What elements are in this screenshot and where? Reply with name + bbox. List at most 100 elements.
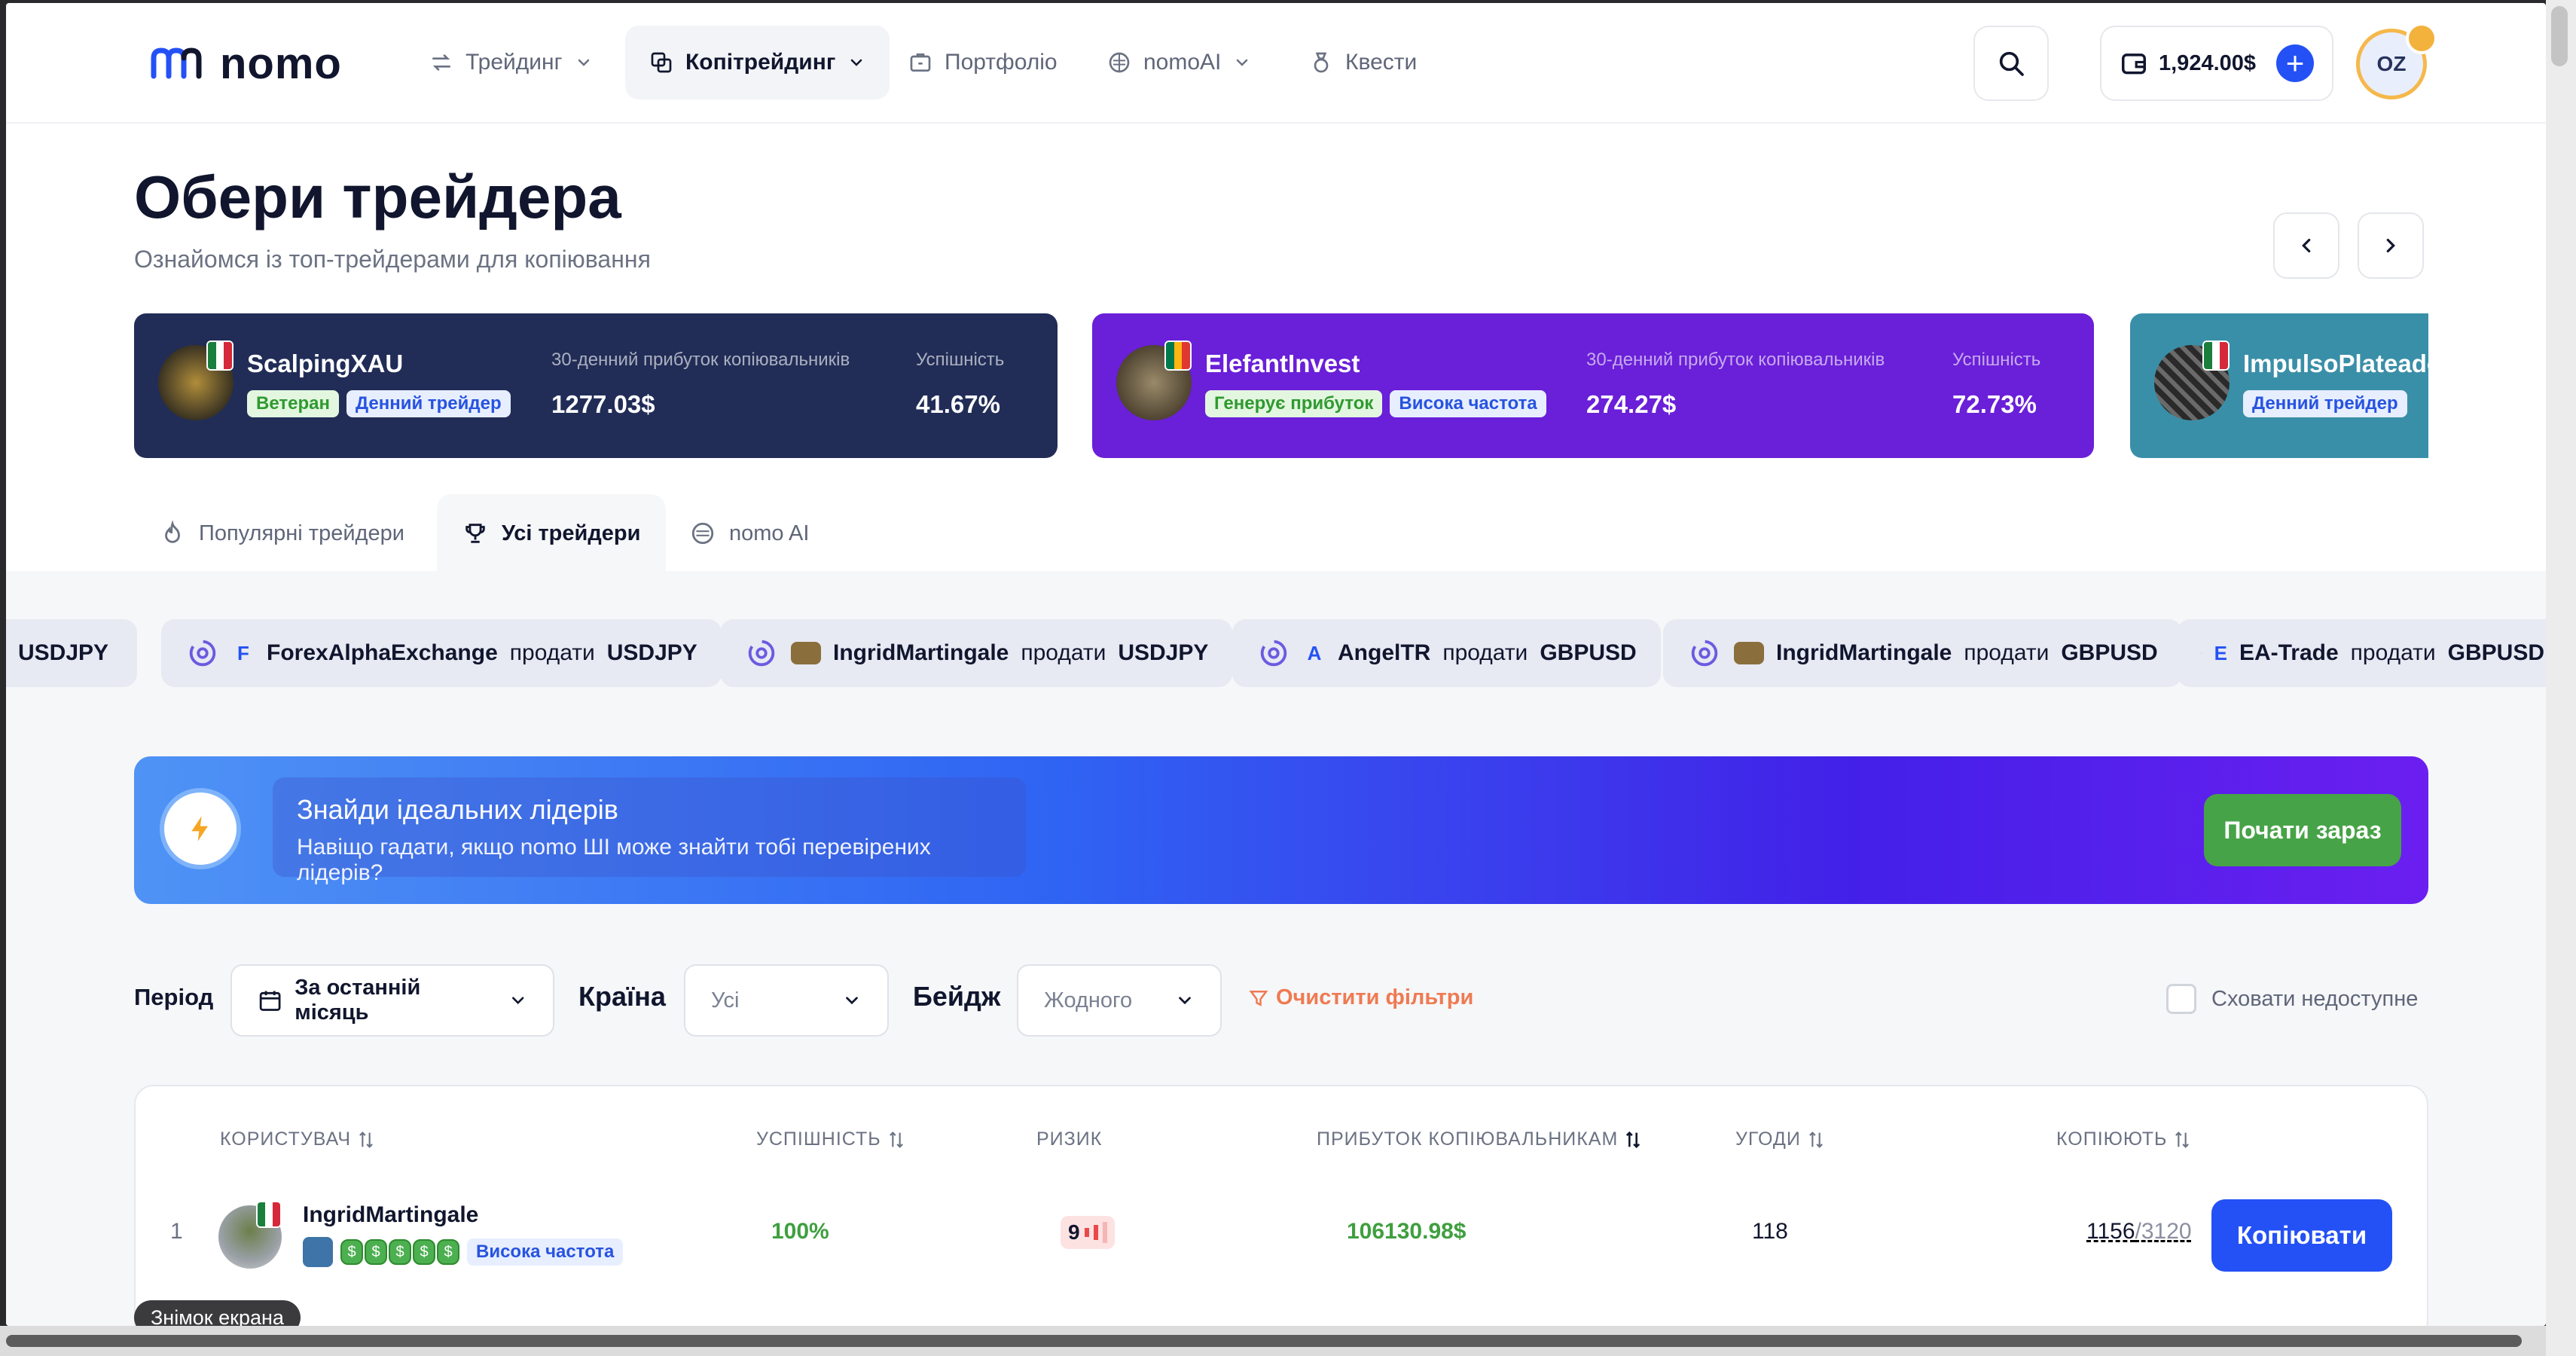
period-select[interactable]: За останній місяць — [230, 964, 554, 1037]
logo-text: nomo — [220, 38, 342, 88]
calendar-icon — [259, 991, 281, 1011]
ai-icon — [1109, 52, 1130, 73]
start-now-button[interactable]: Почати зараз — [2204, 794, 2401, 866]
trader-card[interactable]: ElefantInvest Генерує прибуток Висока ча… — [1092, 313, 2094, 458]
lightning-icon — [160, 788, 241, 869]
col-trades[interactable]: УГОДИ — [1735, 1128, 1825, 1150]
ticker-item[interactable]: IngridMartingale продати USDJPY — [720, 619, 1233, 687]
copiers-count: 1156 — [2086, 1219, 2135, 1244]
banner-title: Знайди ідеальних лідерів — [297, 794, 618, 825]
deposit-plus-button[interactable]: + — [2276, 44, 2314, 82]
nav-quests[interactable]: Квести — [1285, 26, 1441, 99]
chevron-down-icon — [851, 59, 862, 66]
badge-high-frequency: Висока частота — [467, 1238, 624, 1266]
profit-label: 30-денний прибуток копіювальників — [551, 350, 850, 370]
tab-popular-traders[interactable]: Популярні трейдери — [134, 494, 430, 573]
copy-trade-icon — [2201, 652, 2202, 654]
tab-label: Усі трейдери — [502, 521, 641, 545]
col-copiers[interactable]: КОПІЮЮТЬ — [2056, 1128, 2191, 1150]
sort-icon — [2175, 1131, 2190, 1148]
clear-filter-icon — [1249, 990, 1268, 1006]
badge-day-trader: Денний трейдер — [346, 390, 511, 417]
avatar-initials: OZ — [2376, 52, 2407, 75]
ticker-item[interactable]: USDJPY — [6, 619, 137, 687]
tab-label: Популярні трейдери — [199, 521, 404, 545]
ai-icon — [691, 522, 714, 545]
ticker-pair: USDJPY — [1118, 640, 1209, 665]
row-rank: 1 — [170, 1219, 183, 1244]
copy-trade-icon — [1260, 640, 1287, 667]
col-success[interactable]: УСПІШНІСТЬ — [756, 1128, 905, 1150]
trader-card[interactable]: ScalpingXAU Ветеран Денний трейдер 30-де… — [134, 313, 1058, 458]
search-icon — [1999, 51, 2024, 76]
carousel-prev-button[interactable] — [2273, 212, 2339, 279]
ticker-item[interactable]: IngridMartingale продати GBPUSD — [1663, 619, 2182, 687]
swap-icon — [432, 54, 450, 71]
trader-name: ImpulsoPlateado — [2243, 350, 2428, 377]
ticker-item[interactable]: A AngelTR продати GBPUSD — [1232, 619, 1661, 687]
avatar-level-badge — [2406, 23, 2437, 54]
quest-icon — [1314, 52, 1329, 73]
nav-nomoai[interactable]: nomoAI — [1083, 26, 1275, 99]
trader-card[interactable]: ImpulsoPlateado Денний трейдер — [2130, 313, 2428, 458]
nav-copytrading[interactable]: Копітрейдинг — [625, 26, 890, 99]
nav-portfolio[interactable]: Портфоліо — [884, 26, 1082, 99]
badge-value: Жодного — [1044, 988, 1133, 1012]
copiers-max: /3120 — [2135, 1219, 2192, 1244]
ticker-action: продати — [1442, 640, 1528, 665]
col-success-label: УСПІШНІСТЬ — [756, 1128, 881, 1150]
col-profit[interactable]: ПРИБУТОК КОПІЮВАЛЬНИКАМ — [1317, 1128, 1642, 1150]
mexico-flag-icon — [206, 341, 233, 371]
country-select[interactable]: Усі — [684, 964, 889, 1037]
carousel-next-button[interactable] — [2358, 212, 2424, 279]
row-username[interactable]: IngridMartingale — [303, 1202, 478, 1228]
hide-unavailable-checkbox[interactable] — [2166, 984, 2196, 1014]
nav-trading-label: Трейдинг — [465, 50, 563, 75]
row-copiers[interactable]: 1156/3120 — [2086, 1219, 2192, 1245]
chevron-down-icon — [511, 997, 523, 1005]
ticker-action: продати — [2350, 640, 2436, 665]
tab-all-traders[interactable]: Усі трейдери — [437, 494, 667, 573]
logo-mark-icon — [151, 47, 202, 79]
success-label: Успішність — [1952, 350, 2041, 370]
vertical-scrollbar[interactable] — [2546, 0, 2576, 1356]
profit-value: 274.27$ — [1586, 390, 1677, 418]
hide-unavailable-toggle[interactable]: Сховати недоступне — [2166, 984, 2418, 1014]
badge-veteran: Ветеран — [247, 390, 339, 417]
ticker-item[interactable]: F ForexAlphaExchange продати USDJPY — [161, 619, 722, 687]
sort-icon — [359, 1131, 373, 1148]
nomo-logo[interactable]: nomo — [149, 36, 342, 90]
south-africa-flag-icon — [1164, 341, 1192, 371]
profit-value: 1277.03$ — [551, 390, 655, 418]
clear-filters-button[interactable]: Очистити фільтри — [1247, 985, 1473, 1010]
nav-trading[interactable]: Трейдинг — [405, 26, 617, 99]
sort-icon — [1626, 1131, 1641, 1148]
row-success: 100% — [771, 1219, 829, 1244]
col-risk-label: РИЗИК — [1036, 1128, 1103, 1150]
search-button[interactable] — [1973, 26, 2049, 101]
page-title: Обери трейдера — [134, 163, 621, 231]
horizontal-scroll-thumb[interactable] — [6, 1335, 2522, 1347]
ticker-pair: USDJPY — [606, 640, 697, 665]
country-value: Усі — [711, 988, 740, 1012]
risk-bar — [1084, 1228, 1089, 1237]
risk-bar — [1093, 1225, 1098, 1240]
mexico-flag-icon — [2202, 341, 2230, 371]
copy-trader-button[interactable]: Копіювати — [2211, 1199, 2392, 1272]
chevron-down-icon — [846, 997, 858, 1005]
trader-initial: F — [237, 641, 249, 664]
balance-widget[interactable]: 1,924.00$ + — [2100, 26, 2333, 101]
ticker-pair: GBPUSD — [2447, 640, 2544, 665]
risk-value: 9 — [1068, 1220, 1080, 1244]
badge-day-trader: Денний трейдер — [2243, 390, 2407, 417]
col-user-label: КОРИСТУВАЧ — [220, 1128, 351, 1150]
banner-text: Навіщо гадати, якщо nomo ШІ може знайти … — [297, 835, 931, 885]
sort-icon — [1808, 1131, 1823, 1148]
tab-nomo-ai[interactable]: nomo AI — [664, 494, 835, 573]
trader-name: ScalpingXAU — [247, 350, 404, 377]
badge-select[interactable]: Жодного — [1017, 964, 1222, 1037]
ticker-item[interactable]: E EA-Trade продати GBPUSD — [2177, 619, 2546, 687]
trader-initial: A — [1307, 641, 1322, 664]
col-user[interactable]: КОРИСТУВАЧ — [220, 1128, 375, 1150]
vertical-scroll-thumb[interactable] — [2551, 6, 2568, 66]
